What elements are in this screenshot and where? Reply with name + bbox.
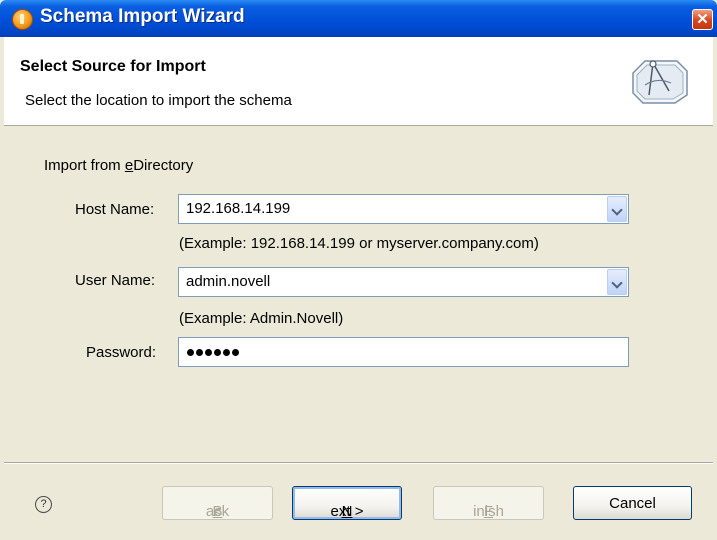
back-button[interactable]: < Back: [162, 486, 273, 520]
password-mask-dot: [187, 349, 194, 356]
close-button[interactable]: ✕: [692, 9, 713, 30]
password-label: Password:: [86, 344, 157, 361]
password-mask-dot: [205, 349, 212, 356]
password-mask-dot: [196, 349, 203, 356]
page-description: Select the location to import the schema: [25, 92, 292, 109]
password-mask: [187, 349, 241, 357]
password-field[interactable]: [178, 337, 629, 367]
wizard-content: Import from eDirectory Host Name: 192.16…: [4, 126, 713, 462]
cancel-button[interactable]: Cancel: [573, 486, 692, 520]
host-name-value: 192.168.14.199: [186, 200, 291, 217]
import-source-label: Import from eDirectory: [44, 157, 194, 174]
title-bar[interactable]: Schema Import Wizard ✕: [0, 0, 717, 37]
window-title: Schema Import Wizard: [40, 6, 245, 27]
user-name-hint: (Example: Admin.Novell): [179, 310, 344, 327]
wizard-window: Schema Import Wizard ✕ Select Source for…: [0, 0, 717, 540]
password-mask-dot: [223, 349, 230, 356]
user-name-label: User Name:: [75, 272, 156, 289]
host-name-label: Host Name:: [75, 201, 155, 218]
password-mask-dot: [214, 349, 221, 356]
schema-import-wizard-icon: [632, 60, 688, 104]
app-icon: [12, 9, 33, 30]
next-button[interactable]: Next >: [292, 486, 402, 520]
user-name-combo[interactable]: admin.novell: [178, 267, 629, 297]
host-name-hint: (Example: 192.168.14.199 or myserver.com…: [179, 235, 539, 252]
host-name-dropdown-icon[interactable]: [607, 196, 627, 222]
wizard-header: Select Source for Import Select the loca…: [4, 37, 713, 126]
user-name-value: admin.novell: [186, 273, 271, 290]
finish-button[interactable]: Finish: [433, 486, 544, 520]
help-icon[interactable]: ?: [35, 496, 52, 513]
footer-separator: [4, 462, 713, 464]
host-name-combo[interactable]: 192.168.14.199: [178, 194, 629, 224]
page-title: Select Source for Import: [20, 58, 206, 75]
password-mask-dot: [232, 349, 239, 356]
user-name-dropdown-icon[interactable]: [607, 269, 627, 295]
